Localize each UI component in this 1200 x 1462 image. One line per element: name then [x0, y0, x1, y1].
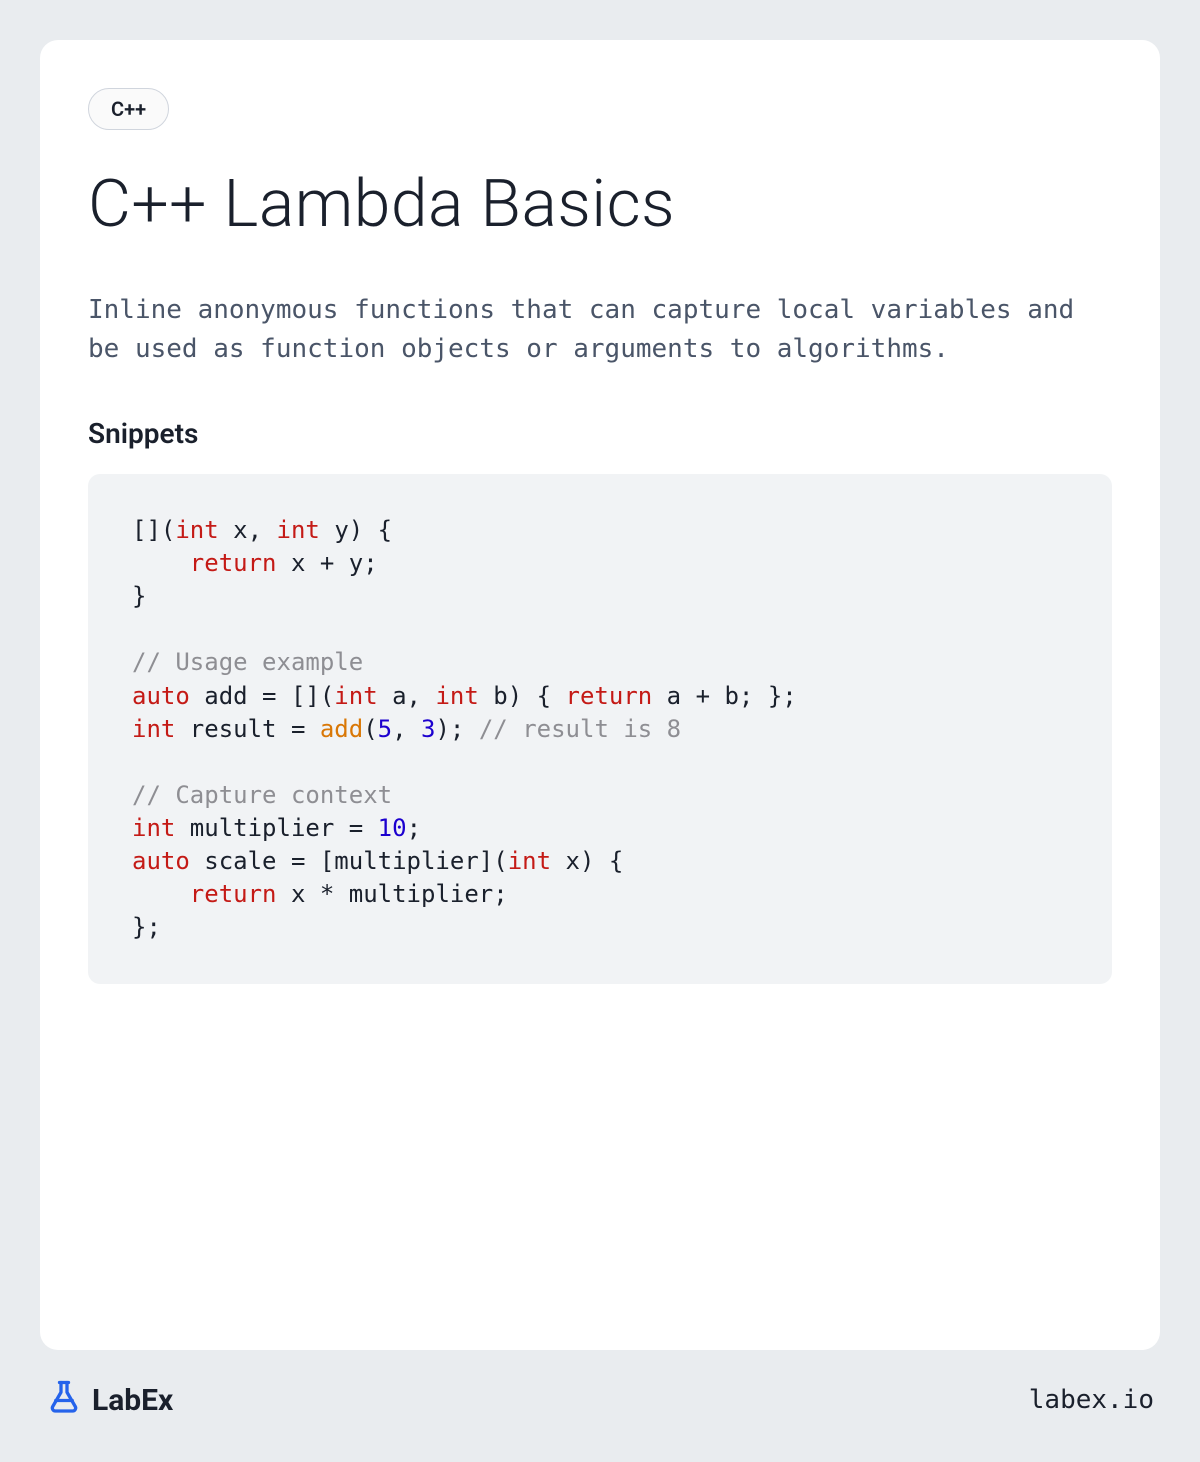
brand: LabEx: [46, 1378, 173, 1422]
page-title: C++ Lambda Basics: [88, 166, 1112, 243]
site-url: labex.io: [1029, 1385, 1154, 1415]
language-tag: C++: [88, 88, 169, 130]
snippets-heading: Snippets: [88, 417, 1112, 450]
code-block: [](int x, int y) { return x + y; } // Us…: [88, 474, 1112, 984]
content-card: C++ C++ Lambda Basics Inline anonymous f…: [40, 40, 1160, 1350]
description: Inline anonymous functions that can capt…: [88, 291, 1112, 369]
brand-name: LabEx: [92, 1383, 173, 1418]
flask-icon: [46, 1378, 82, 1422]
footer: LabEx labex.io: [40, 1378, 1160, 1422]
